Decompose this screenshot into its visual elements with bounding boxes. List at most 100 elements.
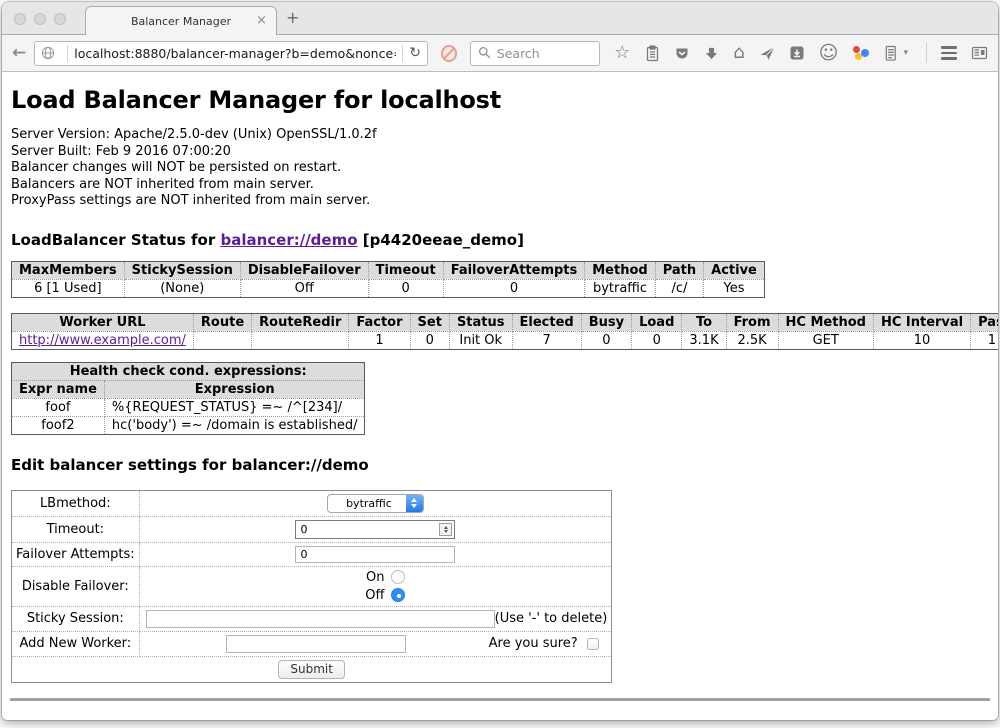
worker-url-link[interactable]: http://www.example.com/ xyxy=(19,333,186,348)
table-row: 6 [1 Used] (None) Off 0 0 bytraffic /c/ … xyxy=(12,279,765,297)
content-blocker-icon[interactable] xyxy=(441,45,457,62)
panel-download-icon[interactable] xyxy=(789,45,805,61)
radio-off-label: Off xyxy=(365,588,384,603)
search-bar[interactable]: Search xyxy=(470,41,600,66)
tab-balancer-manager[interactable]: Balancer Manager × xyxy=(85,6,277,35)
lbmethod-field: bytraffic xyxy=(139,490,612,516)
colored-dots-extension-icon[interactable] xyxy=(852,45,869,61)
balancer-demo-link[interactable]: balancer://demo xyxy=(220,231,357,249)
tab-title: Balancer Manager xyxy=(131,15,231,28)
window-zoom-button[interactable] xyxy=(54,13,66,25)
server-version-line: Server Version: Apache/2.5.0-dev (Unix) … xyxy=(11,127,989,144)
failover-attempts-field xyxy=(139,542,612,566)
globe-icon xyxy=(41,46,55,60)
tab-close-icon[interactable]: × xyxy=(256,14,267,27)
col-header: Factor xyxy=(349,313,410,331)
cell-set: 0 xyxy=(410,331,449,349)
timeout-field xyxy=(139,516,612,542)
timeout-input[interactable] xyxy=(295,520,455,539)
number-spinner-icon[interactable] xyxy=(439,523,452,536)
reload-icon[interactable]: ↻ xyxy=(409,45,421,61)
add-worker-field: Are you sure? xyxy=(139,631,612,656)
lbmethod-select[interactable]: bytraffic xyxy=(327,494,424,513)
bottom-divider xyxy=(10,698,990,701)
col-header: Status xyxy=(449,313,512,331)
search-icon xyxy=(478,44,491,63)
navigation-toolbar: ← localhost:8880/balancer-manager?b=demo… xyxy=(2,35,998,72)
cell-worker-url: http://www.example.com/ xyxy=(12,331,194,349)
cell-status: Init Ok xyxy=(449,331,512,349)
server-info: Server Version: Apache/2.5.0-dev (Unix) … xyxy=(11,127,989,210)
send-plane-icon[interactable] xyxy=(759,45,775,61)
form-row-add-worker: Add New Worker: Are you sure? xyxy=(12,631,612,656)
col-header: Worker URL xyxy=(12,313,194,331)
sticky-delete-hint: (Use '-' to delete) xyxy=(495,611,608,626)
balancer-settings-form: LBmethod: bytraffic Timeout: xyxy=(11,490,612,683)
add-worker-input[interactable] xyxy=(226,635,406,653)
window-minimize-button[interactable] xyxy=(34,13,46,25)
clipboard-icon[interactable] xyxy=(644,45,660,62)
chevron-down-icon[interactable]: ▾ xyxy=(903,48,908,58)
col-header: To xyxy=(682,313,726,331)
cell-hc-interval: 10 xyxy=(873,331,970,349)
cell-expression: hc('body') =~ /domain is established/ xyxy=(104,416,365,434)
back-icon[interactable]: ← xyxy=(12,43,26,63)
table-row: http://www.example.com/ 1 0 Init Ok 7 0 … xyxy=(12,331,999,349)
search-placeholder: Search xyxy=(497,46,540,61)
chat-smiley-icon[interactable]: ☺ xyxy=(819,45,839,61)
submit-button[interactable]: Submit xyxy=(278,660,345,679)
sticky-session-input[interactable] xyxy=(146,610,495,628)
form-row-disable-failover: Disable Failover: On Off xyxy=(12,566,612,606)
worker-status-table: Worker URL Route RouteRedir Factor Set S… xyxy=(11,313,998,350)
are-you-sure-checkbox[interactable] xyxy=(587,638,599,650)
home-icon[interactable]: ⌂ xyxy=(733,45,744,61)
lbmethod-label: LBmethod: xyxy=(12,490,140,516)
cell-busy: 0 xyxy=(581,331,631,349)
select-arrows-icon xyxy=(406,495,423,512)
cell-timeout: 0 xyxy=(368,279,443,297)
cell-path: /c/ xyxy=(655,279,703,297)
window-close-button[interactable] xyxy=(14,13,26,25)
newspaper-icon[interactable] xyxy=(971,45,988,61)
col-header: DisableFailover xyxy=(240,261,368,279)
failover-attempts-input[interactable] xyxy=(295,546,455,563)
server-built-line: Server Built: Feb 9 2016 07:00:20 xyxy=(11,144,989,161)
cell-active: Yes xyxy=(704,279,765,297)
cell-expression: %{REQUEST_STATUS} =~ /^[234]/ xyxy=(104,398,365,416)
table-title-row: Health check cond. expressions: xyxy=(12,362,365,380)
cell-from: 2.5K xyxy=(726,331,778,349)
new-tab-button[interactable]: + xyxy=(286,10,299,26)
timeout-label: Timeout: xyxy=(12,516,140,542)
lbmethod-selected-value: bytraffic xyxy=(328,495,406,512)
cell-failoverattempts: 0 xyxy=(443,279,585,297)
menu-hamburger-icon[interactable] xyxy=(941,46,957,60)
download-arrow-icon[interactable] xyxy=(704,46,719,61)
failover-on-radio[interactable] xyxy=(391,570,405,584)
device-list-icon[interactable] xyxy=(883,45,898,62)
url-bar[interactable]: localhost:8880/balancer-manager?b=demo&n… xyxy=(34,41,428,66)
bookmark-star-icon[interactable]: ☆ xyxy=(614,45,630,61)
table-header-row: Expr name Expression xyxy=(12,380,365,398)
health-check-table: Health check cond. expressions: Expr nam… xyxy=(11,362,365,435)
form-row-lbmethod: LBmethod: bytraffic xyxy=(12,490,612,516)
pocket-icon[interactable] xyxy=(674,46,690,61)
loadbalancer-status-heading: LoadBalancer Status for balancer://demo … xyxy=(11,231,989,249)
sticky-session-field: (Use '-' to delete) xyxy=(139,606,612,631)
col-header: Busy xyxy=(581,313,631,331)
window-controls xyxy=(14,13,66,25)
form-row-timeout: Timeout: xyxy=(12,516,612,542)
cell-load: 0 xyxy=(632,331,682,349)
col-header: Timeout xyxy=(368,261,443,279)
col-header: Route xyxy=(193,313,251,331)
url-text[interactable]: localhost:8880/balancer-manager?b=demo&n… xyxy=(74,46,396,61)
page-title: Load Balancer Manager for localhost xyxy=(11,86,989,114)
col-header: HC Interval xyxy=(873,313,970,331)
form-row-submit: Submit xyxy=(12,656,612,682)
cell-expr-name: foof2 xyxy=(12,416,105,434)
urlbar-divider xyxy=(67,45,68,62)
status-heading-suffix: [p4420eeae_demo] xyxy=(358,231,524,249)
health-table-title: Health check cond. expressions: xyxy=(12,362,365,380)
failover-off-radio[interactable] xyxy=(391,588,405,602)
edit-balancer-heading: Edit balancer settings for balancer://de… xyxy=(11,456,989,474)
table-header-row: Worker URL Route RouteRedir Factor Set S… xyxy=(12,313,999,331)
